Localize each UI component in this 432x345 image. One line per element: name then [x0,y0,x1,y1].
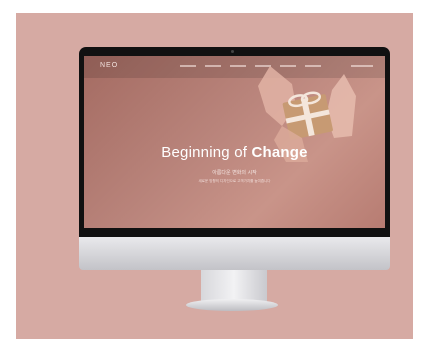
nav-item[interactable] [230,65,246,67]
hero-title-bold: Change [251,144,308,161]
nav-item[interactable] [205,65,221,67]
site-logo[interactable]: NEO [100,62,118,69]
hero-title: Beginning of Change [84,144,385,161]
webcam-dot [231,50,234,53]
hero-subtitle: 아름다운 변화의 시작 [212,170,257,176]
hero-title-regular: Beginning of [161,144,252,161]
monitor-bezel: NEO Beginning of Change 아름다운 변화의 시작 새로운 … [79,47,390,237]
website-screen: NEO Beginning of Change 아름다운 변화의 시작 새로운 … [84,56,385,228]
monitor-base [186,299,278,311]
nav-item[interactable] [180,65,196,67]
monitor-stand [201,270,267,302]
monitor-chin [79,237,390,270]
hero-section: Beginning of Change 아름다운 변화의 시작 새로운 방향의 … [84,144,385,184]
hero-tagline: 새로운 방향의 디자인으로 고객가치를 높여줍니다 [198,179,271,183]
